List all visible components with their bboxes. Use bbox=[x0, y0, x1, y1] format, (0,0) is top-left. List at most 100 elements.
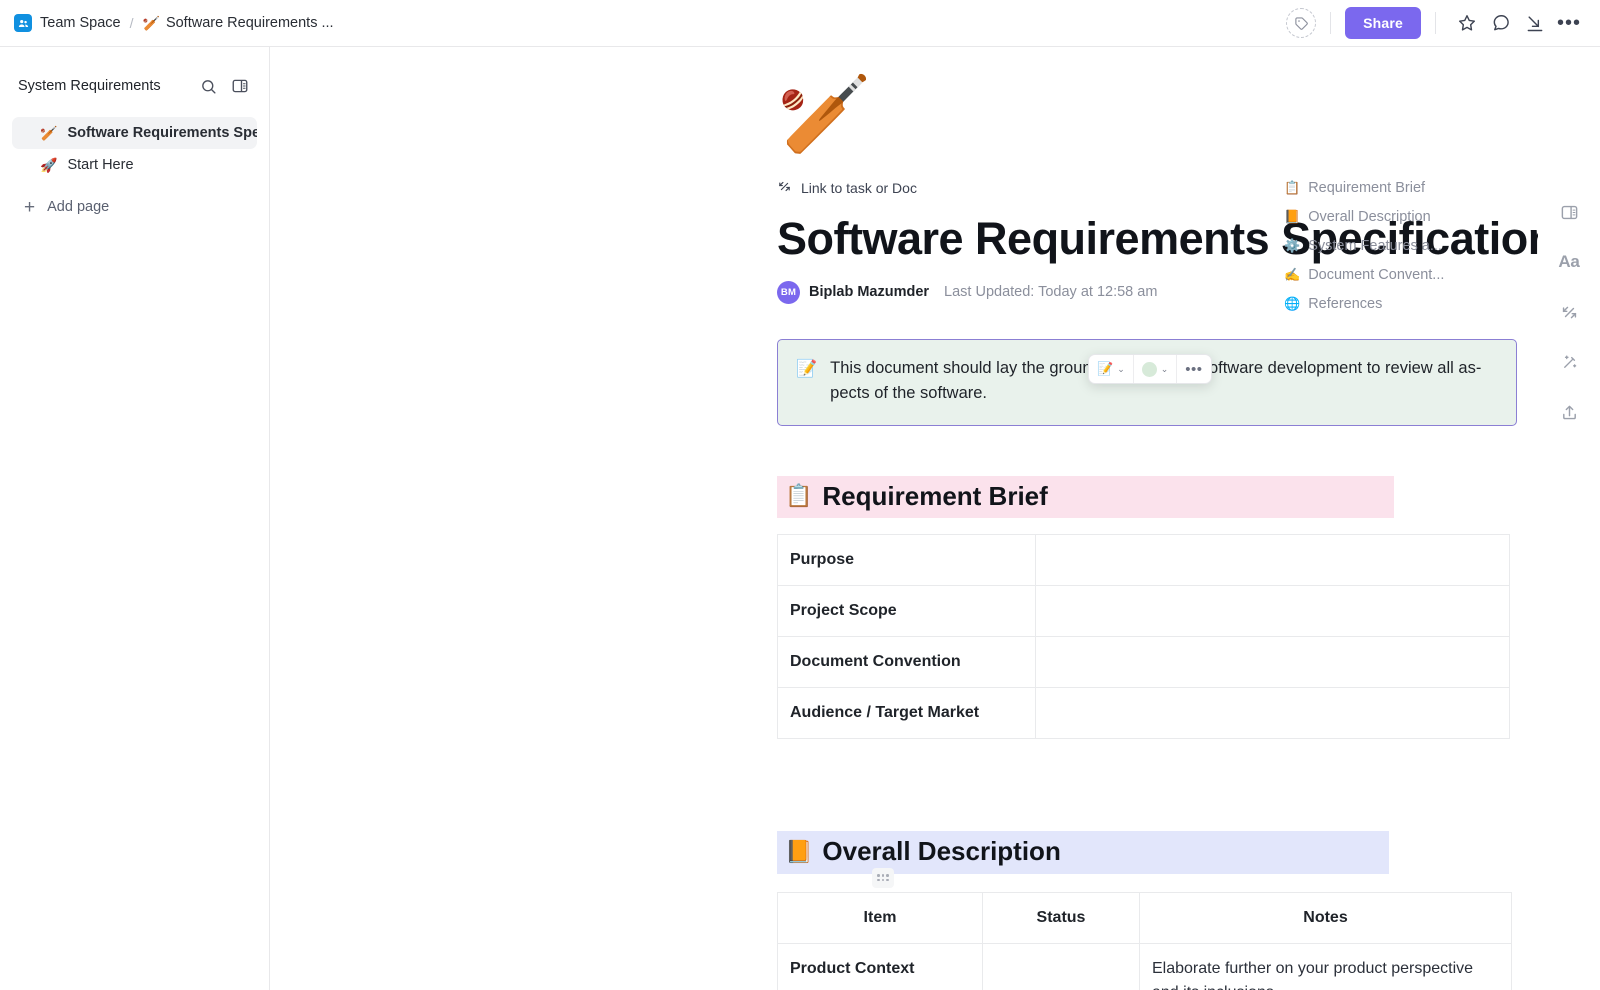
tag-icon[interactable] bbox=[1286, 8, 1317, 38]
toc-item-overall-description[interactable]: 📙 Overall Description bbox=[1284, 202, 1474, 231]
plus-icon: + bbox=[24, 196, 36, 218]
share-export-icon[interactable] bbox=[1552, 395, 1586, 429]
section-title: Overall Description bbox=[822, 836, 1061, 867]
rocket-icon: 🚀 bbox=[40, 156, 58, 173]
block-more-options-button[interactable]: ••• bbox=[1177, 355, 1210, 383]
share-button[interactable]: Share bbox=[1345, 7, 1421, 39]
toc-item-system-features[interactable]: ⚙️ System Features a... bbox=[1284, 231, 1474, 260]
table-row[interactable]: Product Context Elaborate further on you… bbox=[777, 942, 1512, 990]
requirement-brief-table-wrapper: Purpose Project Scope Document Conventio… bbox=[777, 534, 1538, 740]
add-page-button[interactable]: + Add page bbox=[12, 191, 257, 223]
column-header-notes[interactable]: Notes bbox=[1139, 891, 1512, 944]
color-swatch bbox=[1141, 361, 1157, 377]
overall-description-table-wrapper: Item Status Notes Product Context Elabor… bbox=[777, 867, 1538, 990]
more-dots-icon: ••• bbox=[1185, 360, 1203, 378]
sidebar: System Requirements 🏏 Software Requireme… bbox=[0, 47, 270, 990]
toc-item-requirement-brief[interactable]: 📋 Requirement Brief bbox=[1284, 173, 1474, 202]
table-row[interactable]: Purpose bbox=[777, 534, 1510, 587]
panel-toggle-icon[interactable] bbox=[1552, 195, 1586, 229]
table-drag-handle[interactable] bbox=[872, 867, 894, 888]
font-size-label: Aa bbox=[1558, 252, 1580, 271]
cell-item[interactable]: Product Context bbox=[777, 942, 983, 990]
sidebar-item-label: Software Requirements Spe... bbox=[67, 125, 257, 141]
callout-color-picker[interactable]: ⌄ bbox=[1134, 355, 1178, 383]
app-root: Team Space / 🏏 Software Requirements ...… bbox=[0, 0, 1600, 990]
sidebar-item-software-requirements-spec[interactable]: 🏏 Software Requirements Spe... bbox=[12, 117, 257, 149]
author-name: Biplab Mazumder bbox=[809, 284, 930, 301]
breadcrumb-team-space[interactable]: Team Space bbox=[40, 15, 121, 31]
team-space-icon bbox=[14, 14, 32, 32]
toc-item-document-conventions[interactable]: ✍️ Document Convent... bbox=[1284, 260, 1474, 289]
table-row[interactable]: Document Convention bbox=[777, 636, 1510, 689]
sidebar-header: System Requirements bbox=[12, 63, 257, 109]
topbar-actions: Share ••• bbox=[1286, 6, 1586, 40]
cell-notes[interactable]: Elaborate further on your product perspe… bbox=[1139, 942, 1512, 990]
divider-2 bbox=[1435, 12, 1436, 34]
more-dots: ••• bbox=[1556, 12, 1581, 34]
row-label[interactable]: Project Scope bbox=[777, 585, 1036, 638]
collapse-icon[interactable] bbox=[1518, 6, 1552, 40]
section-heading-overall-description: 📙 Overall Description bbox=[777, 831, 1389, 874]
row-value[interactable] bbox=[1035, 687, 1510, 740]
table-of-contents: 📋 Requirement Brief 📙 Overall Descriptio… bbox=[1284, 173, 1474, 318]
relationships-icon[interactable] bbox=[1552, 295, 1586, 329]
comment-icon[interactable] bbox=[1484, 6, 1518, 40]
divider bbox=[1330, 12, 1332, 34]
block-floating-toolbar: 📝 ⌄ ⌄ ••• bbox=[1088, 354, 1212, 384]
cell-status[interactable] bbox=[982, 942, 1140, 990]
cricket-icon: 🏏 bbox=[40, 124, 58, 141]
memo-icon: 📝 bbox=[1097, 361, 1114, 376]
ai-wand-icon[interactable] bbox=[1552, 345, 1586, 379]
sidebar-title: System Requirements bbox=[18, 78, 161, 94]
breadcrumb-document-label: Software Requirements ... bbox=[165, 15, 334, 31]
overall-description-table: Item Status Notes Product Context Elabor… bbox=[777, 891, 1512, 990]
writing-hand-icon: ✍️ bbox=[1284, 266, 1301, 282]
column-header-status[interactable]: Status bbox=[982, 891, 1140, 944]
row-value[interactable] bbox=[1035, 636, 1510, 689]
sidebar-item-label: Start Here bbox=[67, 157, 134, 173]
column-header-item[interactable]: Item bbox=[777, 891, 983, 944]
section-title: Requirement Brief bbox=[822, 480, 1048, 511]
chevron-down-icon: ⌄ bbox=[1117, 363, 1125, 374]
last-updated-text: Last Updated: Today at 12:58 am bbox=[944, 284, 1158, 301]
link-to-task-or-doc-label: Link to task or Doc bbox=[801, 180, 917, 196]
chevron-down-icon: ⌄ bbox=[1160, 363, 1169, 374]
font-size-icon[interactable]: Aa bbox=[1552, 245, 1586, 279]
globe-icon: 🌐 bbox=[1284, 295, 1301, 311]
sidebar-page-list: 🏏 Software Requirements Spe... 🚀 Start H… bbox=[12, 117, 257, 223]
document: 🏏 Link to task or Doc Software Requireme… bbox=[270, 47, 1538, 990]
row-value[interactable] bbox=[1035, 534, 1510, 587]
row-label[interactable]: Audience / Target Market bbox=[777, 687, 1036, 740]
add-page-label: Add page bbox=[47, 199, 110, 215]
orange-book-icon: 📙 bbox=[1284, 208, 1301, 224]
top-bar: Team Space / 🏏 Software Requirements ...… bbox=[0, 0, 1600, 47]
table-row[interactable]: Audience / Target Market bbox=[777, 687, 1510, 740]
toc-item-references[interactable]: 🌐 References bbox=[1284, 289, 1474, 318]
row-label[interactable]: Document Convention bbox=[777, 636, 1036, 689]
row-value[interactable] bbox=[1035, 585, 1510, 638]
table-header-row: Item Status Notes bbox=[777, 891, 1512, 944]
toc-item-label: Requirement Brief bbox=[1308, 179, 1426, 196]
memo-icon: 📝 bbox=[796, 358, 818, 378]
panel-toggle-icon[interactable] bbox=[227, 73, 253, 99]
breadcrumb-document[interactable]: 🏏 Software Requirements ... bbox=[143, 15, 334, 32]
sidebar-item-start-here[interactable]: 🚀 Start Here bbox=[12, 149, 257, 181]
orange-book-icon: 📙 bbox=[785, 838, 813, 864]
avatar[interactable]: BM bbox=[777, 280, 800, 304]
row-label[interactable]: Purpose bbox=[777, 534, 1036, 587]
table-row[interactable]: Project Scope bbox=[777, 585, 1510, 638]
link-arrows-icon bbox=[777, 179, 792, 197]
breadcrumb: Team Space / 🏏 Software Requirements ... bbox=[14, 14, 334, 32]
more-icon[interactable]: ••• bbox=[1552, 6, 1586, 40]
document-cover-icon[interactable]: 🏏 bbox=[777, 77, 1538, 153]
document-area: 🏏 Link to task or Doc Software Requireme… bbox=[270, 47, 1538, 990]
drag-dots-icon bbox=[877, 874, 889, 882]
star-icon[interactable] bbox=[1450, 6, 1484, 40]
toc-item-label: References bbox=[1308, 295, 1383, 312]
app-body: System Requirements 🏏 Software Requireme… bbox=[0, 47, 1600, 990]
cricket-icon: 🏏 bbox=[142, 14, 160, 31]
toc-item-label: Overall Description bbox=[1308, 208, 1431, 225]
search-icon[interactable] bbox=[195, 73, 221, 99]
clipboard-icon: 📋 bbox=[785, 483, 813, 509]
callout-emoji-picker[interactable]: 📝 ⌄ bbox=[1089, 355, 1134, 383]
